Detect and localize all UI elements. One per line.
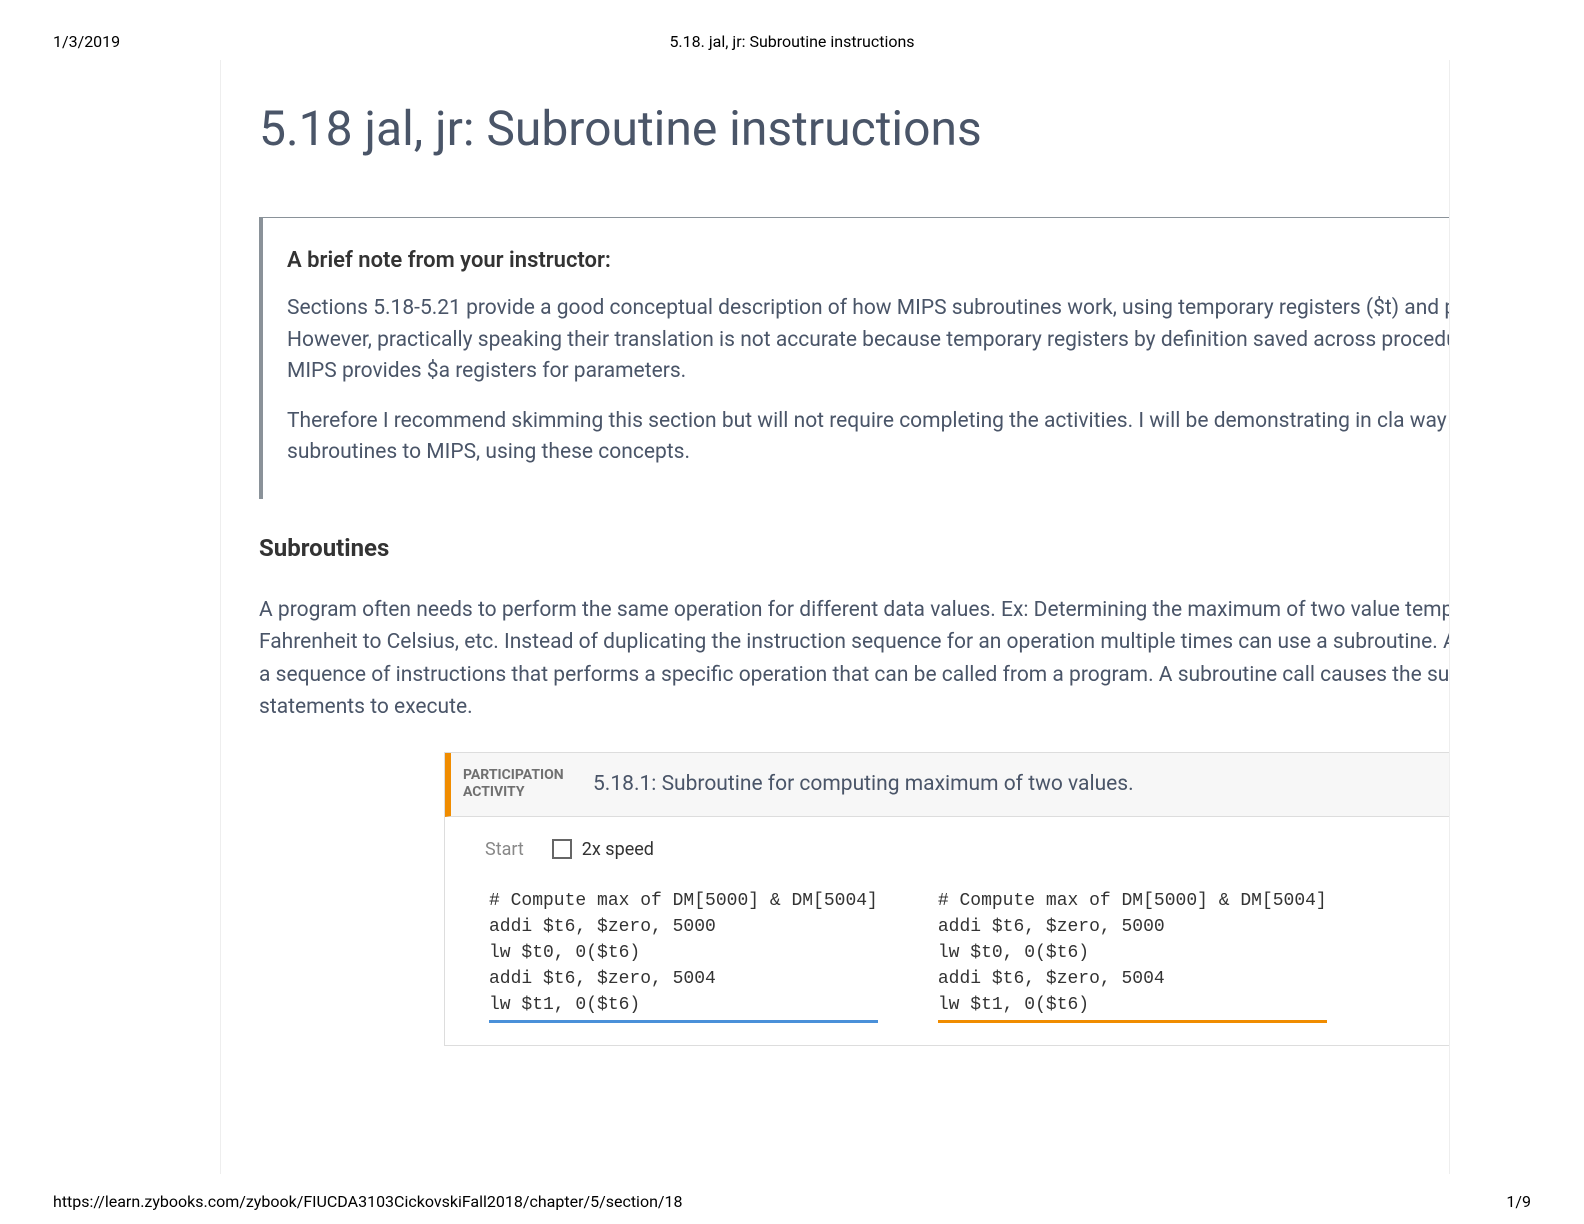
activity-type-line2: ACTIVITY bbox=[463, 784, 573, 802]
participation-activity: PARTICIPATION ACTIVITY 5.18.1: Subroutin… bbox=[444, 752, 1450, 1046]
code-block-right: # Compute max of DM[5000] & DM[5004] add… bbox=[938, 888, 1327, 1023]
activity-type-label: PARTICIPATION ACTIVITY bbox=[463, 767, 573, 802]
page-title: 5.18 jal, jr: Subroutine instructions bbox=[259, 100, 1450, 157]
activity-type-line1: PARTICIPATION bbox=[463, 767, 573, 785]
print-header: 1/3/2019 5.18. jal, jr: Subroutine instr… bbox=[0, 32, 1584, 51]
activity-controls: Start 2x speed bbox=[485, 839, 1450, 860]
code-columns: # Compute max of DM[5000] & DM[5004] add… bbox=[485, 888, 1450, 1023]
code-block-left: # Compute max of DM[5000] & DM[5004] add… bbox=[489, 888, 878, 1023]
speed-checkbox[interactable] bbox=[552, 839, 572, 859]
activity-body: Start 2x speed # Compute max of DM[5000]… bbox=[445, 817, 1450, 1045]
instructor-note: A brief note from your instructor: Secti… bbox=[259, 217, 1450, 499]
start-button[interactable]: Start bbox=[485, 839, 524, 860]
section-heading: Subroutines bbox=[259, 534, 1450, 562]
print-page-indicator: 1/9 bbox=[1506, 1192, 1531, 1211]
instructor-note-para2: Therefore I recommend skimming this sect… bbox=[287, 406, 1450, 469]
print-header-title: 5.18. jal, jr: Subroutine instructions bbox=[53, 32, 1531, 51]
print-url: https://learn.zybooks.com/zybook/FIUCDA3… bbox=[53, 1192, 682, 1211]
section-body-pre: A program often needs to perform the sam… bbox=[259, 598, 1450, 655]
content-container: 5.18 jal, jr: Subroutine instructions A … bbox=[220, 60, 1450, 1174]
instructor-note-heading: A brief note from your instructor: bbox=[287, 248, 1450, 273]
activity-header[interactable]: PARTICIPATION ACTIVITY 5.18.1: Subroutin… bbox=[445, 753, 1450, 817]
activity-title: 5.18.1: Subroutine for computing maximum… bbox=[593, 772, 1134, 796]
instructor-note-para1: Sections 5.18-5.21 provide a good concep… bbox=[287, 293, 1450, 388]
section-body: A program often needs to perform the sam… bbox=[259, 594, 1450, 724]
speed-label: 2x speed bbox=[582, 839, 654, 860]
print-date: 1/3/2019 bbox=[53, 32, 120, 51]
